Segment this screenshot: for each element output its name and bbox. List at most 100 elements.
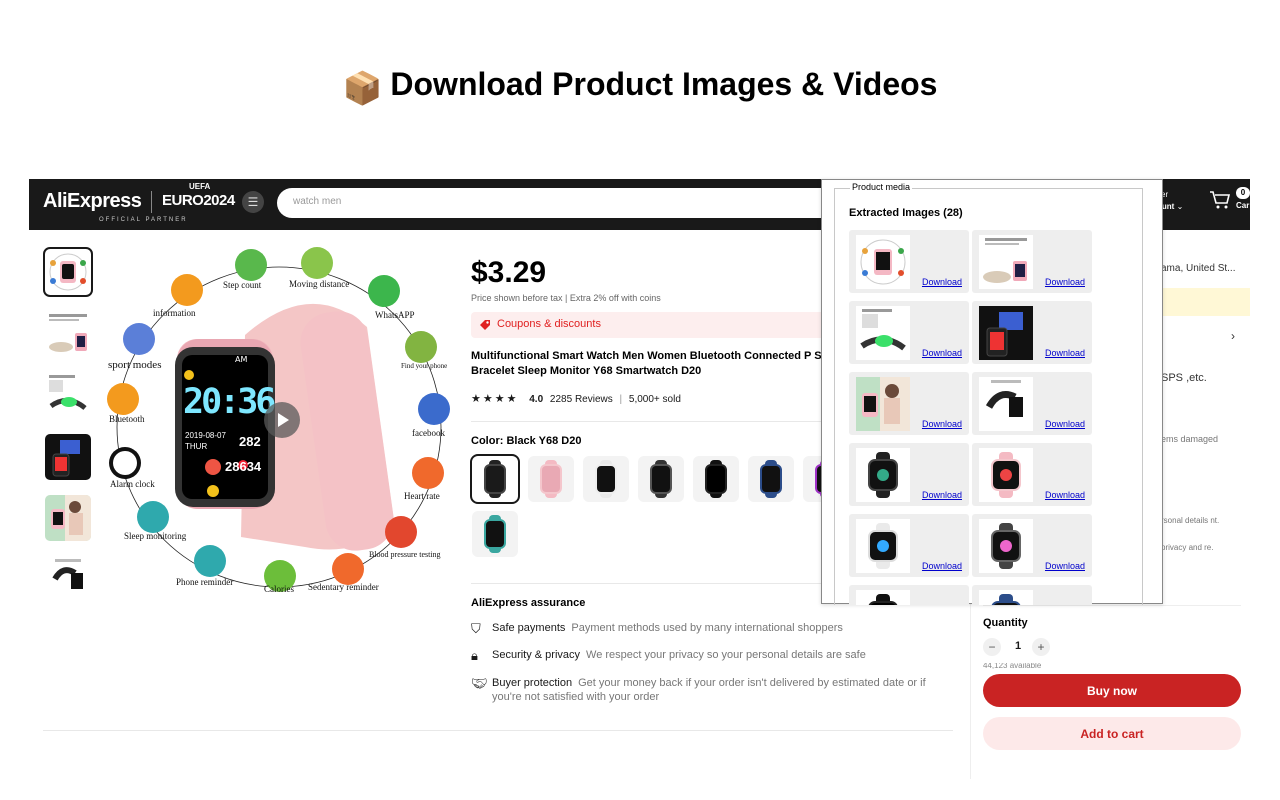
product-thumbnail[interactable] xyxy=(45,557,91,595)
add-to-cart-button[interactable]: Add to cart xyxy=(983,717,1241,750)
media-thumbnail xyxy=(979,235,1033,289)
feature-alarm-clock: Alarm clock xyxy=(110,479,155,489)
product-media-legend: Product media xyxy=(850,182,913,192)
feature-facebook: facebook xyxy=(412,428,445,438)
download-link[interactable]: Download xyxy=(922,277,962,287)
watch-steps-value: 28634 xyxy=(225,459,262,474)
price-note: Price shown before tax | Extra 2% off wi… xyxy=(471,293,661,303)
logo-divider xyxy=(151,191,152,213)
download-link[interactable]: Download xyxy=(922,561,962,571)
media-thumbnail xyxy=(856,519,910,573)
product-price: $3.29 xyxy=(471,256,547,289)
download-link[interactable]: Download xyxy=(922,348,962,358)
shield-check-icon: ⛉ xyxy=(471,621,481,636)
menu-icon[interactable]: ☰ xyxy=(242,191,264,213)
product-title: Multifunctional Smart Watch Men Women Bl… xyxy=(471,350,850,377)
media-thumbnail xyxy=(856,377,910,431)
buy-now-button[interactable]: Buy now xyxy=(983,674,1241,707)
media-card: Download xyxy=(972,372,1092,435)
quantity-value[interactable]: 1 xyxy=(1013,640,1023,652)
media-thumbnail xyxy=(856,590,910,605)
watch-date-day: 2019-08-07 THUR xyxy=(185,431,226,451)
media-thumbnail xyxy=(979,590,1033,605)
security-text: rsonal details nt. xyxy=(1161,516,1220,525)
uefa-badge: UEFA xyxy=(189,182,211,191)
media-thumbnail xyxy=(856,235,910,289)
download-link[interactable]: Download xyxy=(922,490,962,500)
quantity-decrease-button[interactable]: − xyxy=(983,638,1001,656)
search-bar[interactable] xyxy=(277,188,837,218)
chevron-down-icon: ⌄ xyxy=(1176,202,1184,211)
search-input[interactable] xyxy=(293,196,793,207)
product-thumbnail[interactable] xyxy=(45,311,91,357)
watch-ampm: AM xyxy=(235,355,248,364)
media-thumbnail xyxy=(856,448,910,502)
color-swatch[interactable] xyxy=(638,456,684,502)
media-card: Download xyxy=(972,230,1092,293)
extracted-images-heading: Extracted Images (28) xyxy=(849,207,963,219)
product-media-popup: Product media Extracted Images (28) Down… xyxy=(821,179,1163,605)
cart-icon[interactable] xyxy=(1209,190,1231,210)
color-swatch[interactable] xyxy=(583,456,629,502)
coupons-banner[interactable]: Coupons & discounts xyxy=(471,312,851,338)
product-thumbnail[interactable] xyxy=(45,434,91,480)
download-link[interactable]: Download xyxy=(1045,490,1085,500)
package-icon: 📦 xyxy=(342,70,383,106)
promo-banner xyxy=(1161,288,1250,316)
media-thumbnail xyxy=(979,448,1033,502)
lock-icon: 🔒︎ xyxy=(471,648,478,663)
color-label: Color: Black Y68 D20 xyxy=(471,435,582,447)
headline-text: Download Product Images & Videos xyxy=(390,66,938,102)
assurance-title: AliExpress assurance xyxy=(471,597,586,609)
quantity-label: Quantity xyxy=(983,617,1028,629)
product-thumbnail[interactable] xyxy=(45,372,91,418)
star-rating-icon: ★★★★ xyxy=(471,393,519,405)
video-play-button[interactable] xyxy=(264,402,300,438)
download-link[interactable]: Download xyxy=(1045,348,1085,358)
media-card: Download xyxy=(849,301,969,364)
watch-time: 20:36 xyxy=(183,382,276,422)
quantity-increase-button[interactable]: + xyxy=(1032,638,1050,656)
feature-information: information xyxy=(153,308,196,318)
color-swatch[interactable] xyxy=(470,454,520,504)
media-thumbnail xyxy=(979,306,1033,360)
watch-heart-value: 282 xyxy=(239,434,261,449)
service-text: ems damaged xyxy=(1161,434,1219,444)
product-thumbnail[interactable] xyxy=(45,495,91,541)
media-card: Download xyxy=(849,585,969,605)
feature-moving-distance: Moving distance xyxy=(289,279,350,289)
download-link[interactable]: Download xyxy=(1045,561,1085,571)
tag-icon xyxy=(480,320,490,330)
color-swatch[interactable] xyxy=(748,456,794,502)
media-card: Download xyxy=(849,514,969,577)
cart-label[interactable]: Car xyxy=(1236,201,1249,210)
official-partner-text: OFFICIAL PARTNER xyxy=(99,217,188,223)
media-grid-viewport: Download Download Download Download Down… xyxy=(849,230,1097,605)
chevron-right-icon[interactable]: › xyxy=(1231,329,1235,343)
feature-calories: Calories xyxy=(264,584,294,594)
download-link[interactable]: Download xyxy=(922,419,962,429)
euro2024-logo: EURO2024 xyxy=(162,192,235,209)
color-swatch[interactable] xyxy=(472,511,518,557)
media-thumbnail xyxy=(979,519,1033,573)
ship-to-location[interactable]: ama, United St... xyxy=(1161,263,1235,274)
rating-row[interactable]: ★★★★ 4.0 2285 Reviews | 5,000+ sold xyxy=(471,392,681,405)
color-swatch[interactable] xyxy=(528,456,574,502)
download-link[interactable]: Download xyxy=(1045,277,1085,287)
feature-sport-modes: sport modes xyxy=(108,359,162,371)
product-thumbnail[interactable] xyxy=(43,247,93,297)
color-swatch[interactable] xyxy=(693,456,739,502)
main-product-image[interactable]: AM 20:36 2019-08-07 THUR 282 28634 Step c… xyxy=(105,247,453,595)
download-link[interactable]: Download xyxy=(1045,419,1085,429)
coupons-label: Coupons & discounts xyxy=(497,318,601,330)
page-headline: 📦 Download Product Images & Videos xyxy=(0,66,1280,107)
media-card: Download xyxy=(972,301,1092,364)
handshake-icon: 🤝︎ xyxy=(471,676,488,691)
media-card: Download xyxy=(849,230,969,293)
feature-step-count: Step count xyxy=(223,280,262,290)
feature-whatsapp: WhatsAPP xyxy=(375,310,415,320)
privacy-text: privacy and re. xyxy=(1161,543,1214,552)
aliexpress-logo[interactable]: AliExpress xyxy=(43,190,142,213)
rating-value: 4.0 xyxy=(529,394,544,405)
feature-bluetooth: Bluetooth xyxy=(109,414,145,424)
